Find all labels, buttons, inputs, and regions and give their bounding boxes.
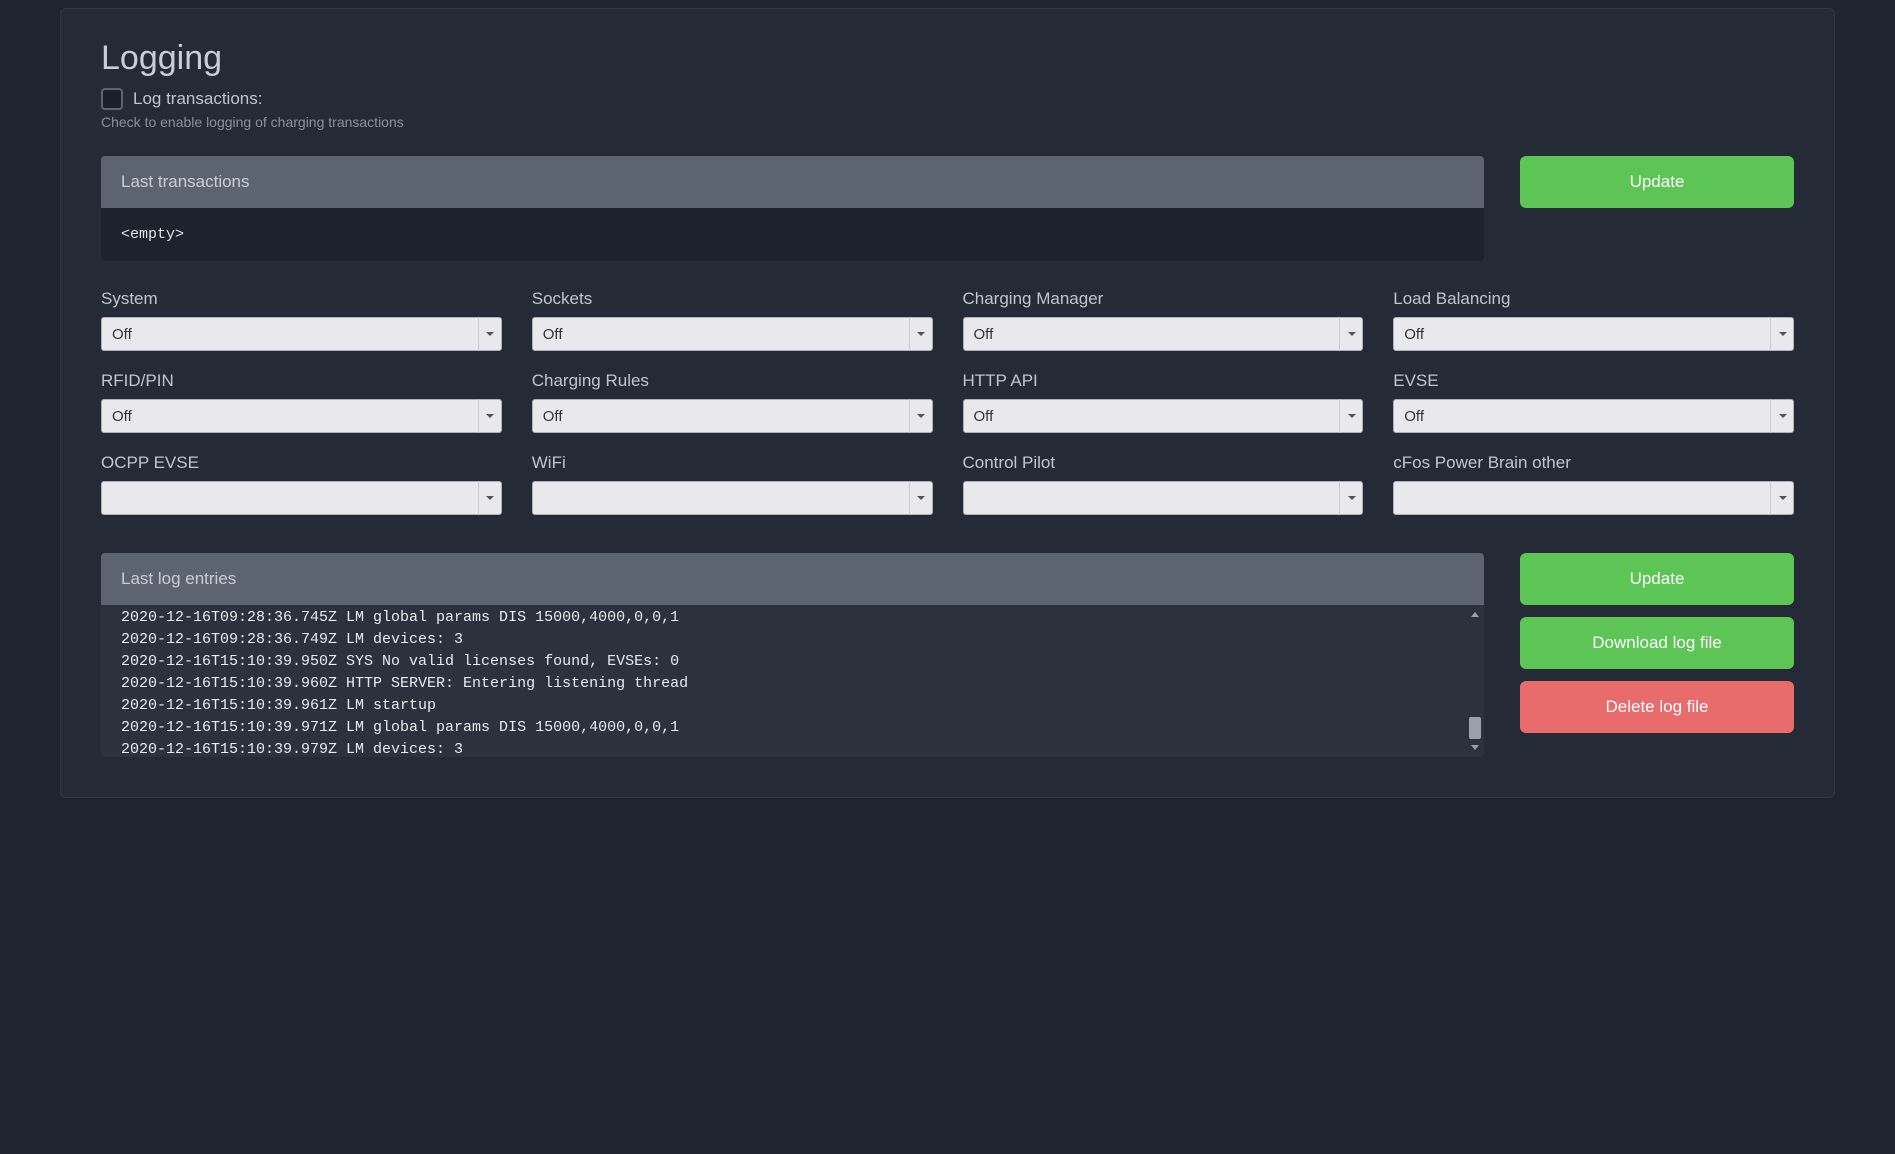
select-label-http-api: HTTP API [963, 371, 1364, 391]
select-wrap [1393, 481, 1794, 515]
update-transactions-button[interactable]: Update [1520, 156, 1794, 208]
select-charging-manager[interactable]: Off [963, 317, 1364, 351]
select-label-system: System [101, 289, 502, 309]
select-wrap: Off [101, 317, 502, 351]
select-cell: Control Pilot [963, 453, 1364, 515]
download-log-button[interactable]: Download log file [1520, 617, 1794, 669]
logging-panel: Logging Log transactions: Check to enabl… [60, 8, 1835, 798]
select-charging-rules[interactable]: Off [532, 399, 933, 433]
log-text: 2020-12-16T09:28:36.745Z LM global param… [101, 605, 1484, 757]
select-load-balancing[interactable]: Off [1393, 317, 1794, 351]
last-transactions-header: Last transactions [101, 156, 1484, 208]
select-cell: Sockets Off [532, 289, 933, 351]
select-wrap: Off [1393, 399, 1794, 433]
select-label-load-balancing: Load Balancing [1393, 289, 1794, 309]
select-label-sockets: Sockets [532, 289, 933, 309]
select-cell: HTTP API Off [963, 371, 1364, 433]
scroll-up-icon[interactable] [1469, 609, 1481, 621]
select-cfos-power-brain-other[interactable] [1393, 481, 1794, 515]
log-transactions-label: Log transactions: [133, 89, 262, 109]
select-wrap: Off [532, 399, 933, 433]
select-http-api[interactable]: Off [963, 399, 1364, 433]
select-cell: RFID/PIN Off [101, 371, 502, 433]
select-cell: cFos Power Brain other [1393, 453, 1794, 515]
select-wifi[interactable] [532, 481, 933, 515]
select-label-evse: EVSE [1393, 371, 1794, 391]
delete-log-button[interactable]: Delete log file [1520, 681, 1794, 733]
select-wrap: Off [963, 399, 1364, 433]
log-transactions-row: Log transactions: [101, 88, 1794, 110]
last-transactions-card: Last transactions <empty> [101, 156, 1484, 261]
select-label-ocpp-evse: OCPP EVSE [101, 453, 502, 473]
select-label-charging-rules: Charging Rules [532, 371, 933, 391]
last-transactions-body: <empty> [101, 208, 1484, 261]
page-title: Logging [101, 39, 1794, 78]
select-label-rfid-pin: RFID/PIN [101, 371, 502, 391]
log-scrollbar[interactable] [1469, 609, 1481, 753]
select-wrap: Off [1393, 317, 1794, 351]
select-cell: OCPP EVSE [101, 453, 502, 515]
select-cell: System Off [101, 289, 502, 351]
select-cell: Charging Rules Off [532, 371, 933, 433]
last-log-entries-header: Last log entries [101, 553, 1484, 605]
log-transactions-checkbox[interactable] [101, 88, 123, 110]
log-levels-grid: SystemOffSocketsOffCharging ManagerOffLo… [101, 289, 1794, 515]
select-system[interactable]: Off [101, 317, 502, 351]
select-wrap: Off [963, 317, 1364, 351]
select-wrap [963, 481, 1364, 515]
select-cell: Load Balancing Off [1393, 289, 1794, 351]
select-label-control-pilot: Control Pilot [963, 453, 1364, 473]
select-wrap: Off [101, 399, 502, 433]
select-wrap [532, 481, 933, 515]
scroll-down-icon[interactable] [1469, 741, 1481, 753]
log-transactions-help: Check to enable logging of charging tran… [101, 114, 1794, 130]
select-wrap: Off [532, 317, 933, 351]
select-sockets[interactable]: Off [532, 317, 933, 351]
select-cell: EVSE Off [1393, 371, 1794, 433]
select-cell: WiFi [532, 453, 933, 515]
select-evse[interactable]: Off [1393, 399, 1794, 433]
select-wrap [101, 481, 502, 515]
log-body: 2020-12-16T09:28:36.745Z LM global param… [101, 605, 1484, 757]
scroll-thumb[interactable] [1469, 717, 1481, 739]
select-label-charging-manager: Charging Manager [963, 289, 1364, 309]
select-label-wifi: WiFi [532, 453, 933, 473]
update-log-button[interactable]: Update [1520, 553, 1794, 605]
select-cell: Charging Manager Off [963, 289, 1364, 351]
last-log-entries-card: Last log entries 2020-12-16T09:28:36.745… [101, 553, 1484, 757]
select-control-pilot[interactable] [963, 481, 1364, 515]
select-label-cfos-power-brain-other: cFos Power Brain other [1393, 453, 1794, 473]
select-ocpp-evse[interactable] [101, 481, 502, 515]
select-rfid-pin[interactable]: Off [101, 399, 502, 433]
